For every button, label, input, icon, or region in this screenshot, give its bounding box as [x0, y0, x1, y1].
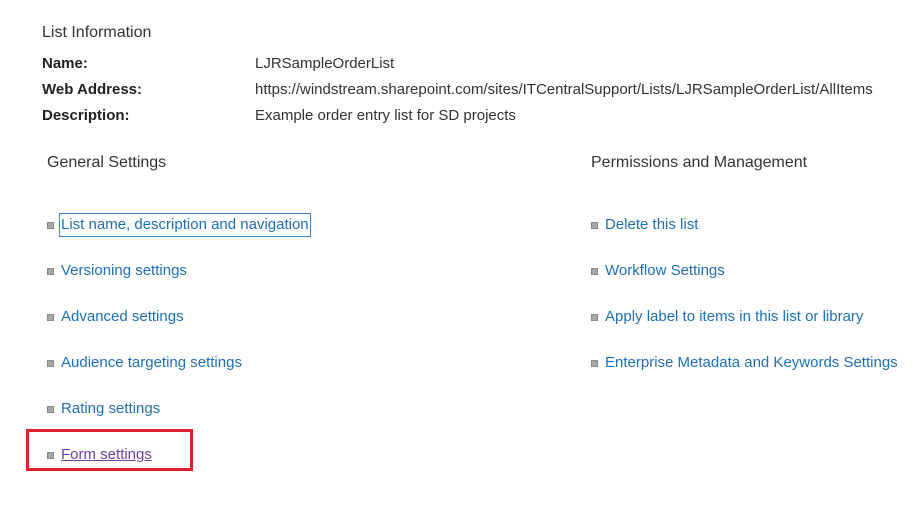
workflow-settings-link[interactable]: Workflow Settings — [605, 261, 725, 281]
bullet-icon — [47, 405, 54, 413]
bullet-icon — [591, 221, 598, 229]
permissions-management-heading: Permissions and Management — [591, 154, 808, 171]
delete-list-link[interactable]: Delete this list — [605, 215, 698, 235]
general-settings-item: Advanced settings — [47, 306, 184, 328]
web-address-label: Web Address: — [42, 81, 143, 98]
name-label: Name: — [42, 55, 88, 72]
bullet-icon — [591, 359, 598, 367]
general-settings-heading: General Settings — [47, 154, 167, 171]
bullet-icon — [47, 359, 54, 367]
form-settings-link[interactable]: Form settings — [61, 445, 152, 465]
audience-targeting-settings-link[interactable]: Audience targeting settings — [61, 353, 242, 373]
rating-settings-link[interactable]: Rating settings — [61, 399, 160, 419]
description-value: Example order entry list for SD projects — [255, 107, 516, 124]
bullet-icon — [47, 451, 54, 459]
permissions-item: Enterprise Metadata and Keywords Setting… — [591, 352, 898, 374]
bullet-icon — [47, 221, 54, 229]
permissions-item: Delete this list — [591, 214, 698, 236]
general-settings-item: Rating settings — [47, 398, 160, 420]
list-settings-page: List Information Name: LJRSampleOrderLis… — [0, 0, 915, 513]
bullet-icon — [591, 267, 598, 275]
name-value: LJRSampleOrderList — [255, 55, 395, 72]
web-address-value: https://windstream.sharepoint.com/sites/… — [255, 81, 873, 98]
bullet-icon — [591, 313, 598, 321]
bullet-icon — [47, 313, 54, 321]
apply-label-link[interactable]: Apply label to items in this list or lib… — [605, 307, 863, 327]
general-settings-item: List name, description and navigation — [47, 213, 311, 237]
general-settings-item: Audience targeting settings — [47, 352, 242, 374]
list-name-description-navigation-link[interactable]: List name, description and navigation — [59, 213, 311, 237]
versioning-settings-link[interactable]: Versioning settings — [61, 261, 187, 281]
bullet-icon — [47, 267, 54, 275]
advanced-settings-link[interactable]: Advanced settings — [61, 307, 184, 327]
permissions-item: Workflow Settings — [591, 260, 725, 282]
general-settings-item: Versioning settings — [47, 260, 187, 282]
general-settings-item: Form settings — [47, 444, 152, 466]
description-label: Description: — [42, 107, 130, 124]
permissions-item: Apply label to items in this list or lib… — [591, 306, 863, 328]
list-information-heading: List Information — [42, 24, 152, 41]
enterprise-metadata-keywords-link[interactable]: Enterprise Metadata and Keywords Setting… — [605, 353, 898, 373]
